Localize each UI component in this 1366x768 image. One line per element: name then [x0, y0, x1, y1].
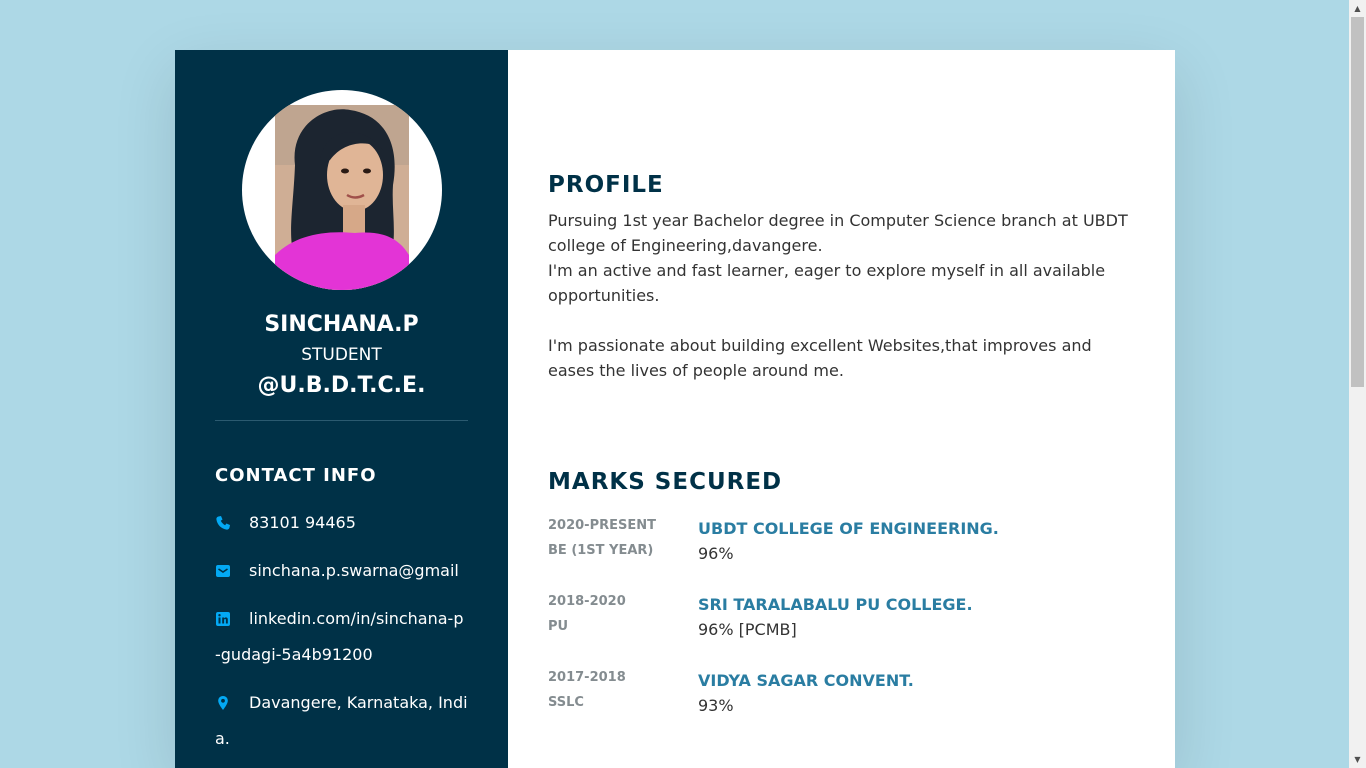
- contact-linkedin-text[interactable]: linkedin.com/in/sinchana-p-gudagi-5a4b91…: [215, 609, 463, 664]
- envelope-icon: [215, 563, 249, 579]
- education-school: VIDYA SAGAR CONVENT.: [698, 671, 914, 690]
- education-details: SRI TARALABALU PU COLLEGE. 96% [PCMB]: [698, 589, 1135, 642]
- education-years: 2017-2018: [548, 670, 626, 685]
- education-years: 2018-2020: [548, 594, 626, 609]
- education-score: 96%: [698, 544, 734, 563]
- education-school: SRI TARALABALU PU COLLEGE.: [698, 595, 973, 614]
- contact-phone-text: 83101 94465: [249, 513, 356, 532]
- profile-photo: [241, 90, 442, 290]
- education-score: 96% [PCMB]: [698, 620, 797, 639]
- contact-info-heading: CONTACT INFO: [215, 465, 377, 486]
- education-level: BE (1ST YEAR): [548, 543, 654, 558]
- person-organization: @U.B.D.T.C.E.: [257, 373, 426, 398]
- person-role: STUDENT: [301, 345, 382, 365]
- contact-item-phone: 83101 94465: [215, 504, 468, 540]
- person-name: SINCHANA.P: [264, 312, 419, 337]
- scroll-down-arrow-icon[interactable]: ▼: [1349, 751, 1366, 768]
- marks-heading: MARKS SECURED: [548, 469, 783, 495]
- linkedin-icon: [215, 611, 249, 627]
- phone-icon: [215, 515, 249, 531]
- education-list: 2020-PRESENT BE (1ST YEAR) UBDT COLLEGE …: [548, 513, 1135, 718]
- education-item: 2018-2020 PU SRI TARALABALU PU COLLEGE. …: [548, 589, 1135, 642]
- scrollbar-thumb[interactable]: [1351, 17, 1364, 387]
- profile-paragraph-3: I'm passionate about building excellent …: [548, 336, 1092, 380]
- education-item: 2017-2018 SSLC VIDYA SAGAR CONVENT. 93%: [548, 665, 1135, 718]
- contact-item-email: sinchana.p.swarna@gmail: [215, 552, 468, 588]
- education-school: UBDT COLLEGE OF ENGINEERING.: [698, 519, 999, 538]
- education-score: 93%: [698, 696, 734, 715]
- education-details: VIDYA SAGAR CONVENT. 93%: [698, 665, 1135, 718]
- education-details: UBDT COLLEGE OF ENGINEERING. 96%: [698, 513, 1135, 566]
- education-level: SSLC: [548, 695, 584, 710]
- vertical-scrollbar[interactable]: ▲ ▼: [1349, 0, 1366, 768]
- profile-paragraph-2: I'm an active and fast learner, eager to…: [548, 261, 1106, 305]
- page: SINCHANA.P STUDENT @U.B.D.T.C.E. CONTACT…: [0, 0, 1366, 768]
- profile-paragraph-1: Pursuing 1st year Bachelor degree in Com…: [548, 211, 1128, 255]
- contact-location-text: Davangere, Karnataka, India.: [215, 693, 468, 748]
- education-item: 2020-PRESENT BE (1ST YEAR) UBDT COLLEGE …: [548, 513, 1135, 566]
- profile-heading: PROFILE: [548, 172, 664, 198]
- education-meta: 2018-2020 PU: [548, 589, 698, 642]
- scroll-up-arrow-icon[interactable]: ▲: [1349, 0, 1366, 17]
- profile-text: Pursuing 1st year Bachelor degree in Com…: [548, 208, 1135, 383]
- resume-container: SINCHANA.P STUDENT @U.B.D.T.C.E. CONTACT…: [175, 50, 1175, 768]
- contact-item-location: Davangere, Karnataka, India.: [215, 684, 468, 756]
- contact-list: 83101 94465 sinchana.p.swarna@gmail link…: [215, 504, 468, 756]
- education-meta: 2017-2018 SSLC: [548, 665, 698, 718]
- contact-email-text: sinchana.p.swarna@gmail: [249, 561, 459, 580]
- education-meta: 2020-PRESENT BE (1ST YEAR): [548, 513, 698, 566]
- education-years: 2020-PRESENT: [548, 518, 656, 533]
- sidebar: SINCHANA.P STUDENT @U.B.D.T.C.E. CONTACT…: [175, 50, 508, 768]
- map-marker-icon: [215, 695, 249, 711]
- education-level: PU: [548, 619, 569, 634]
- main-content: PROFILE Pursuing 1st year Bachelor degre…: [508, 50, 1175, 768]
- sidebar-divider: [215, 420, 468, 421]
- contact-item-linkedin: linkedin.com/in/sinchana-p-gudagi-5a4b91…: [215, 600, 468, 672]
- profile-photo-image: [274, 105, 409, 290]
